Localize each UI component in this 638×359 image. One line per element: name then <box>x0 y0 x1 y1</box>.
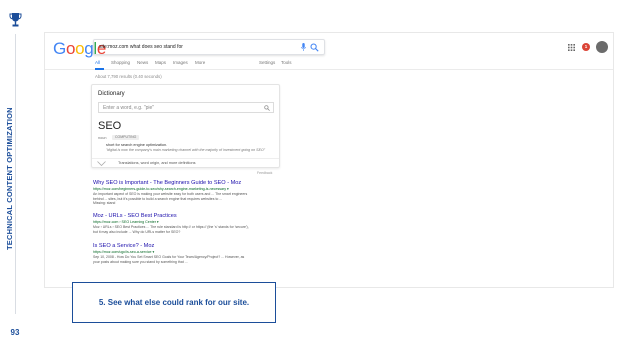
definition-example: "digital is now the company's main marke… <box>106 148 266 152</box>
result-title-link[interactable]: Is SEO a Service? - Moz <box>93 243 281 250</box>
logo-letter: o <box>65 39 76 58</box>
search-input[interactable]: site:moz.com what does seo stand for <box>99 44 183 50</box>
slide-section-title: TECHNICAL CONTENT OPTIMIZATION <box>5 107 14 250</box>
search-tabs: All Shopping News Maps Images More Setti… <box>45 57 613 70</box>
tab-news[interactable]: News <box>137 60 148 65</box>
avatar[interactable] <box>596 41 608 53</box>
tab-shopping[interactable]: Shopping <box>111 60 130 65</box>
result-snippet: Missing: stand <box>93 201 116 206</box>
dictionary-word: SEO <box>98 120 122 132</box>
callout-box: 5. See what else could rank for our site… <box>72 282 276 323</box>
trophy-icon <box>9 13 22 27</box>
dictionary-card: Dictionary Enter a word, e.g. "pie" SEO … <box>91 84 280 168</box>
feedback-link[interactable]: Feedback <box>257 171 272 175</box>
subject-tag: COMPUTING <box>112 135 140 140</box>
left-rail: TECHNICAL CONTENT OPTIMIZATION 93 <box>0 0 30 359</box>
logo-letter: o <box>75 39 85 58</box>
dictionary-footer[interactable]: Translations, word origin, and more defi… <box>92 158 279 168</box>
search-result: Is SEO a Service? - Moz https://moz.com/… <box>93 243 281 264</box>
search-icon[interactable] <box>310 43 319 52</box>
part-of-speech: noun <box>98 136 107 140</box>
logo-letter: G <box>53 39 66 58</box>
active-tab-indicator <box>95 68 104 70</box>
result-snippet: your posts about making sure you stand b… <box>93 259 188 264</box>
search-box[interactable]: site:moz.com what does seo stand for <box>93 39 325 55</box>
search-result: Moz - URLs - SEO Best Practices https://… <box>93 213 281 234</box>
definition-text: short for search engine optimization. <box>106 143 168 147</box>
page-number: 93 <box>10 328 20 337</box>
microphone-icon[interactable] <box>301 43 306 52</box>
tab-tools[interactable]: Tools <box>281 60 292 65</box>
chevron-down-icon[interactable] <box>97 161 106 166</box>
search-result: Why SEO is Important - The Beginners Gui… <box>93 180 281 206</box>
dictionary-placeholder: Enter a word, e.g. "pie" <box>103 105 155 111</box>
result-stats: About 7,790 results (0.40 seconds) <box>95 74 162 79</box>
notification-badge[interactable]: 1 <box>582 43 590 51</box>
result-title-link[interactable]: Why SEO is Important - The Beginners Gui… <box>93 180 281 187</box>
search-icon[interactable] <box>264 105 270 111</box>
apps-grid-icon[interactable] <box>568 44 575 51</box>
result-snippet: but it may also include ... Why do URLs … <box>93 229 181 234</box>
rail-divider <box>15 34 16 314</box>
tab-more[interactable]: More <box>195 60 205 65</box>
dictionary-heading: Dictionary <box>98 91 125 97</box>
google-screenshot: Google site:moz.com what does seo stand … <box>44 32 614 288</box>
tab-all[interactable]: All <box>95 60 100 65</box>
result-title-link[interactable]: Moz - URLs - SEO Best Practices <box>93 213 281 220</box>
more-definitions-link[interactable]: Translations, word origin, and more defi… <box>118 161 196 165</box>
tab-settings[interactable]: Settings <box>259 60 275 65</box>
callout-text: 5. See what else could rank for our site… <box>98 298 250 307</box>
tab-maps[interactable]: Maps <box>155 60 166 65</box>
tab-images[interactable]: Images <box>173 60 188 65</box>
dictionary-search-field[interactable]: Enter a word, e.g. "pie" <box>98 102 274 113</box>
